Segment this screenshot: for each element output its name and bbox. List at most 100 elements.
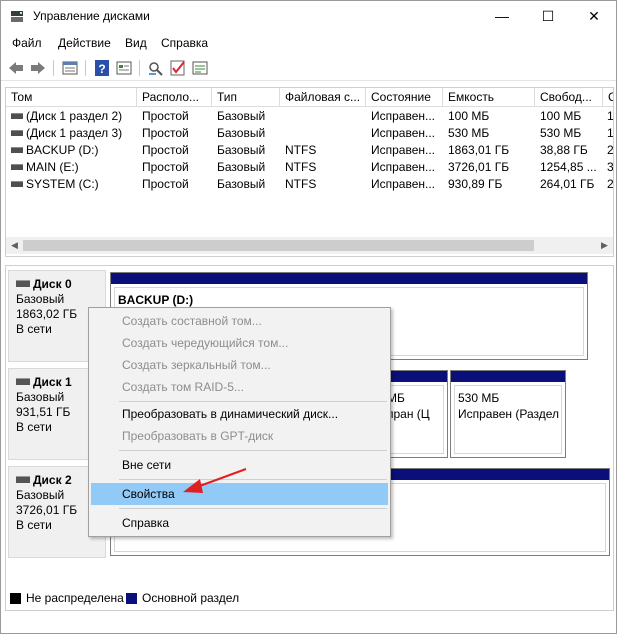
volume-row[interactable]: (Диск 1 раздел 2) Простой Базовый Исправ… — [6, 108, 614, 125]
back-arrow-icon[interactable] — [7, 59, 25, 77]
volume-free: 264,01 ГБ — [540, 177, 595, 191]
partition-bar — [451, 371, 565, 382]
disk-icon — [16, 476, 30, 483]
volume-name-cell: SYSTEM (C:) — [6, 176, 137, 193]
volume-filesystem: NTFS — [285, 160, 317, 174]
volume-icon — [11, 130, 23, 136]
connect-icon[interactable] — [147, 59, 165, 77]
partition-size: 530 МБ — [458, 391, 500, 405]
legend: Не распределена Основной раздел — [5, 589, 614, 611]
volume-free: 1254,85 ... — [540, 160, 597, 174]
volume-type: Базовый — [217, 126, 266, 140]
disk-management-app-icon — [11, 11, 23, 22]
volume-row[interactable]: (Диск 1 раздел 3) Простой Базовый Исправ… — [6, 125, 614, 142]
volume-filesystem — [280, 125, 366, 142]
volume-name: SYSTEM (C:) — [26, 177, 99, 191]
volume-name-cell: BACKUP (D:) — [6, 142, 137, 159]
context-menu: Создать составной том... Создать чередую… — [88, 307, 391, 537]
column-header-layout[interactable]: Располо... — [137, 88, 212, 107]
rescan-icon[interactable] — [191, 59, 209, 77]
volume-name: (Диск 1 раздел 2) — [26, 109, 123, 123]
menu-item-convert-dynamic[interactable]: Преобразовать в динамический диск... — [91, 403, 388, 425]
menu-item-offline[interactable]: Вне сети — [91, 454, 388, 476]
volume-layout: Простой — [142, 109, 189, 123]
volume-row[interactable]: MAIN (E:) Простой Базовый NTFS Исправен.… — [6, 159, 614, 176]
legend-swatch-unallocated — [10, 593, 21, 604]
close-button[interactable]: ✕ — [571, 1, 617, 32]
menu-separator — [119, 479, 387, 480]
volume-filesystem: NTFS — [285, 177, 317, 191]
column-header-type[interactable]: Тип — [212, 88, 280, 107]
volume-type: Базовый — [217, 109, 266, 123]
partition-disk1-2[interactable]: МБ пран (Ц — [382, 370, 448, 458]
window-title: Управление дисками — [33, 9, 150, 23]
menu-bar: Файл Действие Вид Справка — [1, 33, 616, 53]
toolbar-separator — [85, 60, 86, 76]
menu-item-help[interactable]: Справка — [91, 512, 388, 534]
partition-body: МБ пран (Ц — [386, 385, 444, 454]
menu-item-create-striped[interactable]: Создать чередующийся том... — [91, 332, 388, 354]
volume-free-percent: 3 — [607, 160, 614, 174]
menu-item-convert-gpt[interactable]: Преобразовать в GPT-диск — [91, 425, 388, 447]
volume-capacity: 100 МБ — [448, 109, 490, 123]
partition-disk1-3[interactable]: 530 МБ Исправен (Раздел — [450, 370, 566, 458]
volume-name: (Диск 1 раздел 3) — [26, 126, 123, 140]
volume-type: Базовый — [217, 143, 266, 157]
check-icon[interactable] — [169, 59, 187, 77]
volume-free-percent: 1 — [607, 126, 614, 140]
volume-name: MAIN (E:) — [26, 160, 79, 174]
menu-help[interactable]: Справка — [161, 36, 208, 50]
partition-bar — [383, 371, 447, 382]
volume-free-percent: 2 — [607, 143, 614, 157]
volume-name: BACKUP (D:) — [26, 143, 99, 157]
scroll-right-icon[interactable]: ▶ — [596, 237, 613, 254]
volume-free: 530 МБ — [540, 126, 582, 140]
volume-status: Исправен... — [371, 177, 436, 191]
column-header-filesystem[interactable]: Файловая с... — [280, 88, 366, 107]
volume-icon — [11, 113, 23, 119]
volume-free-percent: 1 — [607, 109, 614, 123]
toolbar-separator — [53, 60, 54, 76]
column-header-free[interactable]: Свобод... — [535, 88, 603, 107]
volume-row[interactable]: BACKUP (D:) Простой Базовый NTFS Исправе… — [6, 142, 614, 159]
menu-item-properties[interactable]: Свойства — [91, 483, 388, 505]
scrollbar-thumb[interactable] — [23, 240, 534, 251]
menu-item-create-mirrored[interactable]: Создать зеркальный том... — [91, 354, 388, 376]
disk-type: Базовый — [16, 292, 65, 306]
minimize-button[interactable]: — — [479, 1, 525, 32]
properties-icon[interactable] — [115, 59, 133, 77]
disk-name: Диск 2 — [33, 473, 72, 487]
volume-filesystem — [280, 108, 366, 125]
column-header-capacity[interactable]: Емкость — [443, 88, 535, 107]
partition-status: пран (Ц — [387, 407, 430, 421]
partition-size: МБ — [387, 391, 405, 405]
volume-layout: Простой — [142, 126, 189, 140]
volume-layout: Простой — [142, 177, 189, 191]
partition-label: BACKUP (D:) — [118, 293, 194, 307]
column-header-percent[interactable]: С — [603, 88, 613, 107]
list-view-icon[interactable] — [61, 59, 79, 77]
toolbar: ? — [1, 55, 616, 81]
column-header-status[interactable]: Состояние — [366, 88, 443, 107]
menu-separator — [119, 401, 387, 402]
partition-status: Исправен (Раздел — [458, 407, 560, 421]
forward-arrow-icon[interactable] — [29, 59, 47, 77]
horizontal-scrollbar[interactable]: ◀ ▶ — [6, 237, 613, 254]
volume-capacity: 3726,01 ГБ — [448, 160, 510, 174]
menu-view[interactable]: Вид — [125, 36, 147, 50]
column-header-volume[interactable]: Том — [6, 88, 137, 107]
menu-separator — [119, 508, 387, 509]
volume-capacity: 1863,01 ГБ — [448, 143, 510, 157]
volume-status: Исправен... — [371, 143, 436, 157]
volume-name-cell: MAIN (E:) — [6, 159, 137, 176]
menu-file[interactable]: Файл — [12, 36, 42, 50]
menu-item-create-spanned[interactable]: Создать составной том... — [91, 310, 388, 332]
help-icon[interactable]: ? — [93, 59, 111, 77]
menu-item-create-raid5[interactable]: Создать том RAID-5... — [91, 376, 388, 398]
scroll-left-icon[interactable]: ◀ — [6, 237, 23, 254]
maximize-button[interactable]: ☐ — [525, 1, 571, 32]
volume-free-percent: 2 — [607, 177, 614, 191]
volume-row[interactable]: SYSTEM (C:) Простой Базовый NTFS Исправе… — [6, 176, 614, 193]
volume-capacity: 530 МБ — [448, 126, 490, 140]
menu-action[interactable]: Действие — [58, 36, 111, 50]
